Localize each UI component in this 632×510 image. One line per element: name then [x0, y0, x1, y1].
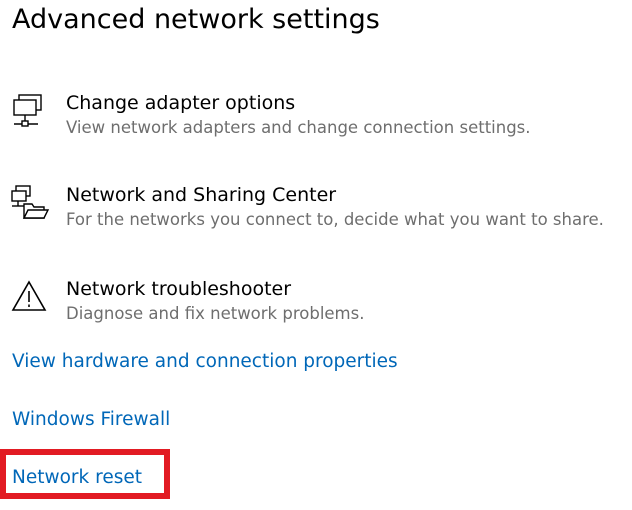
- windows-firewall-link[interactable]: Windows Firewall: [12, 407, 170, 433]
- page-title: Advanced network settings: [12, 4, 380, 35]
- change-adapter-options-description: View network adapters and change connect…: [66, 118, 531, 137]
- network-reset-link[interactable]: Network reset: [12, 465, 142, 491]
- network-sharing-center-title: Network and Sharing Center: [66, 184, 337, 206]
- network-troubleshooter-item[interactable]: Network troubleshooter Diagnose and fix …: [10, 278, 630, 342]
- network-troubleshooter-title: Network troubleshooter: [66, 278, 292, 300]
- network-troubleshooter-description: Diagnose and fix network problems.: [66, 304, 365, 323]
- warning-icon: [10, 278, 50, 318]
- change-adapter-options-item[interactable]: Change adapter options View network adap…: [10, 92, 630, 156]
- network-sharing-icon: [10, 184, 50, 224]
- view-hardware-properties-link[interactable]: View hardware and connection properties: [12, 349, 398, 375]
- network-adapter-icon: [10, 92, 50, 132]
- change-adapter-options-title: Change adapter options: [66, 92, 296, 114]
- network-sharing-center-description: For the networks you connect to, decide …: [66, 210, 604, 229]
- network-sharing-center-item[interactable]: Network and Sharing Center For the netwo…: [10, 184, 630, 248]
